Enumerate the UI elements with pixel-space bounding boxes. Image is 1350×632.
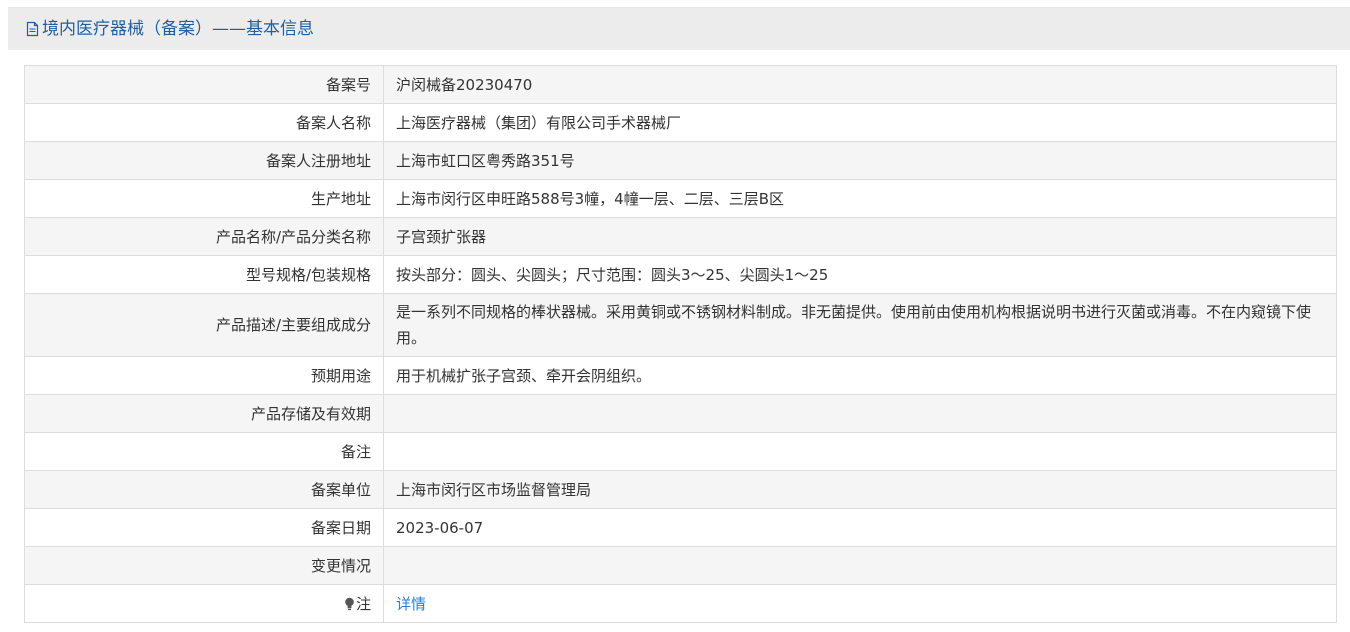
row-label: 产品描述/主要组成成分 [24, 293, 384, 357]
table-row: 产品存储及有效期 [24, 394, 1337, 433]
row-label: 备案号 [24, 65, 384, 104]
table-row: 备案人注册地址 上海市虹口区粤秀路351号 [24, 141, 1337, 180]
row-value: 用于机械扩张子宫颈、牵开会阴组织。 [383, 356, 1337, 395]
row-value [383, 394, 1337, 433]
row-value: 是一系列不同规格的棒状器械。采用黄铜或不锈钢材料制成。非无菌提供。使用前由使用机… [383, 293, 1337, 357]
table-row: 备案日期 2023-06-07 [24, 508, 1337, 547]
row-label: 预期用途 [24, 356, 384, 395]
row-value: 按头部分：圆头、尖圆头；尺寸范围：圆头3～25、尖圆头1～25 [383, 255, 1337, 294]
table-row: 备案号 沪闵械备20230470 [24, 65, 1337, 104]
row-label: 变更情况 [24, 546, 384, 585]
row-value: 沪闵械备20230470 [383, 65, 1337, 104]
row-value [383, 546, 1337, 585]
row-label: 备注 [24, 432, 384, 471]
table-row: 预期用途 用于机械扩张子宫颈、牵开会阴组织。 [24, 356, 1337, 395]
lightbulb-icon [345, 597, 354, 610]
row-label: 产品名称/产品分类名称 [24, 217, 384, 256]
row-label: 产品存储及有效期 [24, 394, 384, 433]
info-table: 备案号 沪闵械备20230470 备案人名称 上海医疗器械（集团）有限公司手术器… [24, 65, 1337, 623]
document-icon [26, 21, 39, 37]
table-row: 备案单位 上海市闵行区市场监督管理局 [24, 470, 1337, 509]
note-label: 注 [355, 594, 371, 613]
row-label: 型号规格/包装规格 [24, 255, 384, 294]
note-label-cell: 注 [24, 584, 384, 623]
row-value [383, 432, 1337, 471]
info-body: 备案号 沪闵械备20230470 备案人名称 上海医疗器械（集团）有限公司手术器… [8, 50, 1350, 632]
table-row: 产品名称/产品分类名称 子宫颈扩张器 [24, 217, 1337, 256]
row-value: 上海市闵行区市场监督管理局 [383, 470, 1337, 509]
page-title: 境内医疗器械（备案）——基本信息 [42, 19, 314, 39]
table-row: 产品描述/主要组成成分 是一系列不同规格的棒状器械。采用黄铜或不锈钢材料制成。非… [24, 293, 1337, 357]
table-row: 变更情况 [24, 546, 1337, 585]
row-value: 上海市闵行区申旺路588号3幢，4幢一层、二层、三层B区 [383, 179, 1337, 218]
note-row: 注 详情 [24, 584, 1337, 623]
row-value: 子宫颈扩张器 [383, 217, 1337, 256]
row-label: 备案人名称 [24, 103, 384, 142]
row-label: 备案人注册地址 [24, 141, 384, 180]
info-panel: 境内医疗器械（备案）——基本信息 备案号 沪闵械备20230470 备案人名称 … [8, 7, 1350, 632]
row-value: 上海市虹口区粤秀路351号 [383, 141, 1337, 180]
table-row: 备注 [24, 432, 1337, 471]
row-label: 生产地址 [24, 179, 384, 218]
table-row: 型号规格/包装规格 按头部分：圆头、尖圆头；尺寸范围：圆头3～25、尖圆头1～2… [24, 255, 1337, 294]
row-value: 上海医疗器械（集团）有限公司手术器械厂 [383, 103, 1337, 142]
row-value: 2023-06-07 [383, 508, 1337, 547]
row-label: 备案单位 [24, 470, 384, 509]
note-value-cell: 详情 [383, 584, 1337, 623]
table-row: 备案人名称 上海医疗器械（集团）有限公司手术器械厂 [24, 103, 1337, 142]
row-label: 备案日期 [24, 508, 384, 547]
panel-header: 境内医疗器械（备案）——基本信息 [8, 8, 1350, 50]
table-row: 生产地址 上海市闵行区申旺路588号3幢，4幢一层、二层、三层B区 [24, 179, 1337, 218]
details-link[interactable]: 详情 [396, 595, 426, 613]
